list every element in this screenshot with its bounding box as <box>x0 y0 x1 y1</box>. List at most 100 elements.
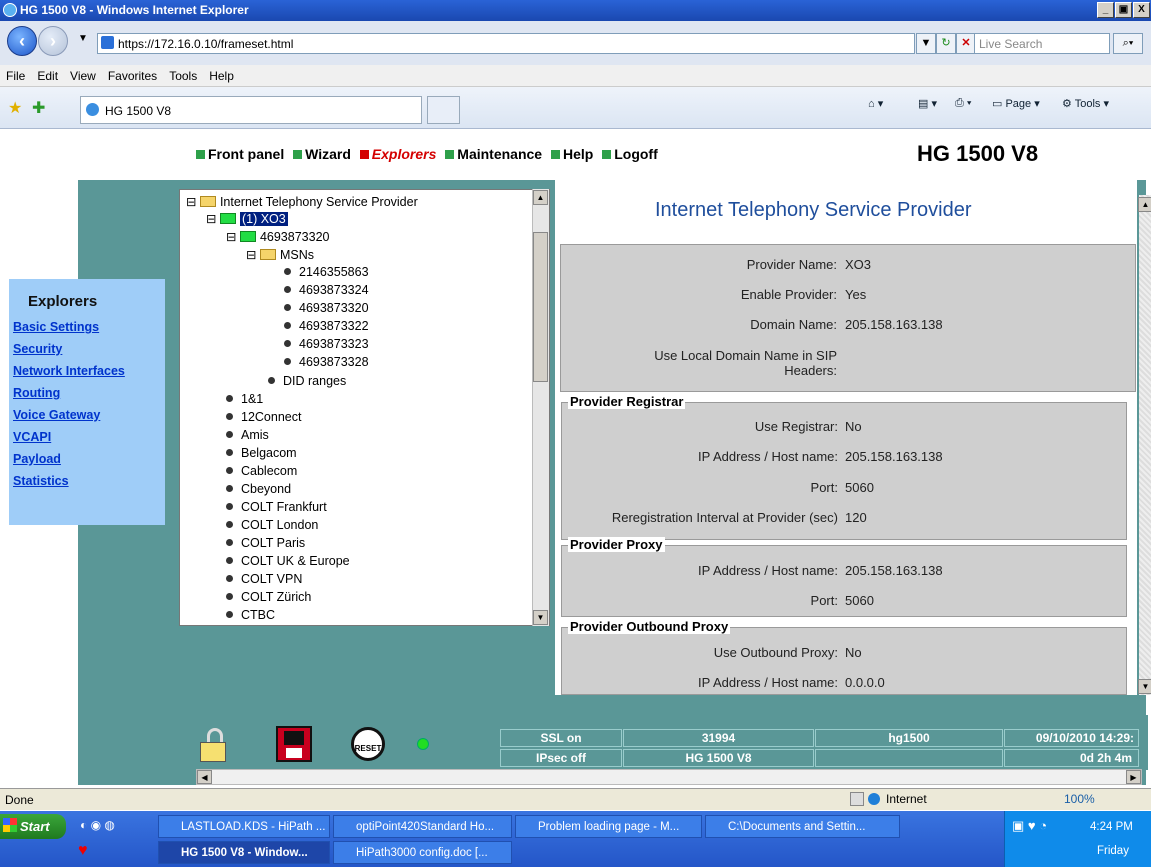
menu-file[interactable]: File <box>0 65 31 83</box>
new-tab-button[interactable] <box>427 96 460 124</box>
task-hipath-doc[interactable]: HiPath3000 config.doc [... <box>333 841 512 864</box>
tree-root[interactable]: ⊟ Internet Telephony Service Provider <box>186 194 418 209</box>
nav-front-panel[interactable]: Front panel <box>196 146 284 162</box>
stop-icon[interactable]: ✕ <box>956 33 976 54</box>
save-disk-icon[interactable] <box>276 726 312 762</box>
minimize-button[interactable]: _ <box>1097 2 1114 18</box>
maximize-button[interactable]: ▣ <box>1115 2 1132 18</box>
menu-favorites[interactable]: Favorites <box>102 65 163 83</box>
sidebar-item-basic-settings[interactable]: Basic Settings <box>9 320 165 342</box>
sidebar-item-security[interactable]: Security <box>9 342 165 364</box>
menu-edit[interactable]: Edit <box>31 65 64 83</box>
tree-provider[interactable]: COLT London <box>226 518 318 533</box>
history-dropdown-icon[interactable]: ▼ <box>78 33 88 44</box>
favorites-star-icon[interactable]: ★ <box>8 98 22 118</box>
address-bar[interactable]: https://172.16.0.10/frameset.html <box>97 33 915 54</box>
window-title: HG 1500 V8 - Windows Internet Explorer <box>20 3 249 17</box>
forward-button[interactable]: › <box>38 26 68 56</box>
back-button[interactable]: ‹ <box>7 26 37 56</box>
tree-provider[interactable]: COLT UK & Europe <box>226 554 350 569</box>
tree-provider[interactable]: COLT VPN <box>226 572 302 587</box>
content-scrollbar[interactable] <box>1139 195 1151 695</box>
menu-tools[interactable]: Tools <box>163 65 203 83</box>
tree-provider[interactable]: COLT Paris <box>226 536 305 551</box>
tray-icons[interactable]: ▣ ♥ ◔ <box>1012 818 1047 834</box>
menu-help[interactable]: Help <box>203 65 240 83</box>
tree-provider[interactable]: Cablecom <box>226 464 297 479</box>
horizontal-scrollbar[interactable] <box>196 769 1142 785</box>
tree-leaf-did-ranges[interactable]: DID ranges <box>268 374 346 389</box>
tab-label: HG 1500 V8 <box>105 104 172 118</box>
search-icon[interactable]: ⌕▾ <box>1113 33 1143 54</box>
nav-explorers[interactable]: Explorers <box>359 146 436 162</box>
tree-leaf-msn[interactable]: 4693873328 <box>284 355 369 370</box>
tree-provider[interactable]: CTBC <box>226 608 275 623</box>
tree-provider[interactable]: Amis <box>226 428 269 443</box>
sidebar-item-payload[interactable]: Payload <box>9 452 165 474</box>
tree-node-number[interactable]: ⊟ 4693873320 <box>226 229 329 244</box>
scroll-up-arrow[interactable]: ▲ <box>533 190 548 205</box>
nav-logoff[interactable]: Logoff <box>602 146 658 162</box>
task-hg1500-active[interactable]: HG 1500 V8 - Window... <box>158 841 330 864</box>
tree-provider[interactable]: 1&1 <box>226 392 263 407</box>
tree-node-msns[interactable]: ⊟ MSNs <box>246 247 314 262</box>
address-text: https://172.16.0.10/frameset.html <box>118 37 294 51</box>
feeds-icon[interactable]: ▤ ▾ <box>918 97 937 110</box>
sidebar-item-statistics[interactable]: Statistics <box>9 474 165 496</box>
tree-provider[interactable]: Belgacom <box>226 446 297 461</box>
domain-name-value: 205.158.163.138 <box>845 317 943 332</box>
tree-provider[interactable]: Cbeyond <box>226 482 291 497</box>
tree-leaf-msn[interactable]: 4693873323 <box>284 337 369 352</box>
add-favorites-icon[interactable]: ✚ <box>32 98 45 118</box>
content-scroll-down[interactable]: ▼ <box>1138 679 1151 694</box>
unlock-icon[interactable] <box>200 728 228 764</box>
quicklaunch-icons[interactable]: ◐ ◉ ◍ <box>80 818 115 832</box>
nav-wizard[interactable]: Wizard <box>293 146 351 162</box>
tree-leaf-msn[interactable]: 4693873320 <box>284 301 369 316</box>
sidebar-item-vcapi[interactable]: VCAPI <box>9 430 165 452</box>
tree-provider[interactable]: 12Connect <box>226 410 301 425</box>
nav-help[interactable]: Help <box>550 146 593 162</box>
tree-provider[interactable]: COLT Frankfurt <box>226 500 327 515</box>
refresh-icon[interactable]: ↻ <box>936 33 956 54</box>
home-icon[interactable]: ⌂ ▾ <box>868 97 883 110</box>
task-problem-loading[interactable]: Problem loading page - M... <box>515 815 702 838</box>
uptime-status: 0d 2h 4m <box>1004 749 1139 767</box>
tree-leaf-msn[interactable]: 4693873324 <box>284 283 369 298</box>
sidebar-item-voice-gateway[interactable]: Voice Gateway <box>9 408 165 430</box>
content-scroll-up[interactable]: ▲ <box>1138 197 1151 212</box>
task-optipoint[interactable]: optiPoint420Standard Ho... <box>333 815 512 838</box>
tree-leaf-msn[interactable]: 2146355863 <box>284 265 369 280</box>
hscroll-left-arrow[interactable]: ◀ <box>197 770 212 784</box>
top-navigation: Front panel Wizard Explorers Maintenance… <box>196 146 663 162</box>
task-documents[interactable]: C:\Documents and Settin... <box>705 815 900 838</box>
field-label: Use Local Domain Name in SIP Headers: <box>654 348 837 378</box>
nav-maintenance[interactable]: Maintenance <box>445 146 542 162</box>
print-icon[interactable]: ⎙ ▾ <box>955 97 971 110</box>
scroll-down-arrow[interactable]: ▼ <box>533 610 548 625</box>
task-lastload[interactable]: LASTLOAD.KDS - HiPath ... <box>158 815 330 838</box>
tree-leaf-msn[interactable]: 4693873322 <box>284 319 369 334</box>
start-label: Start <box>20 819 50 834</box>
datetime-status: 09/10/2010 14:29: <box>1004 729 1139 747</box>
sidebar-item-routing[interactable]: Routing <box>9 386 165 408</box>
browser-tab[interactable]: HG 1500 V8 <box>80 96 422 124</box>
hscroll-right-arrow[interactable]: ▶ <box>1126 770 1141 784</box>
zoom-level[interactable]: 100% <box>1064 792 1095 806</box>
address-dropdown-button[interactable]: ▼ <box>916 33 936 54</box>
field-label: Use Outbound Proxy: <box>713 645 838 660</box>
tools-menu-button[interactable]: ⚙ Tools ▾ <box>1062 97 1109 110</box>
page-menu-button[interactable]: ▭ Page ▾ <box>992 97 1040 110</box>
tree-provider[interactable]: COLT Zürich <box>226 590 311 605</box>
clock-day: Friday <box>1097 845 1129 857</box>
sidebar-item-network-interfaces[interactable]: Network Interfaces <box>9 364 165 386</box>
close-button[interactable]: X <box>1133 2 1150 18</box>
tree-scroll-thumb[interactable] <box>533 232 548 382</box>
antivirus-icon[interactable]: ♥ <box>78 842 88 860</box>
field-label: IP Address / Host name: <box>698 449 838 464</box>
search-input[interactable]: Live Search <box>974 33 1110 54</box>
window-title-bar: HG 1500 V8 - Windows Internet Explorer <box>0 0 1151 21</box>
menu-view[interactable]: View <box>64 65 102 83</box>
tree-node-xo3[interactable]: ⊟ (1) XO3 <box>206 211 288 226</box>
reset-icon[interactable]: RESET <box>351 727 385 761</box>
